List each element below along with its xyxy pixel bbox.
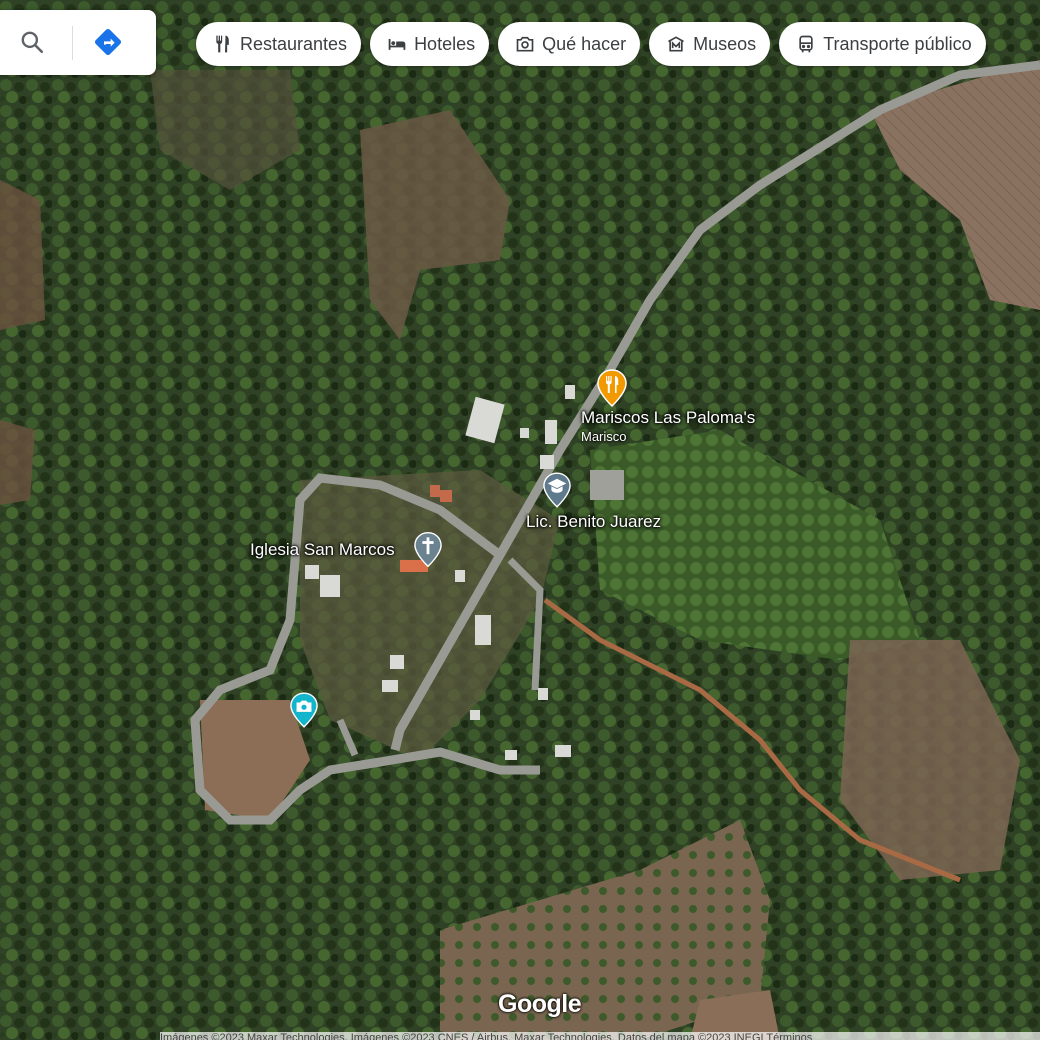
chip-label: Transporte público <box>823 33 972 54</box>
chip-museums[interactable]: Museos <box>649 22 771 66</box>
map-attribution[interactable]: Imágenes ©2023 Maxar Technologies, Imáge… <box>160 1032 1040 1040</box>
church-pin[interactable] <box>414 531 442 573</box>
viewpoint-pin[interactable] <box>290 692 318 733</box>
google-logo: Google <box>498 990 582 1018</box>
divider <box>72 26 73 60</box>
chip-things-to-do[interactable]: Qué hacer <box>498 22 641 66</box>
directions-button[interactable] <box>88 24 128 64</box>
fork-knife-icon <box>212 33 234 55</box>
search-icon <box>19 29 45 60</box>
restaurant-category: Marisco <box>581 429 627 444</box>
search-box <box>0 10 156 75</box>
search-button[interactable] <box>12 24 52 64</box>
chip-label: Hoteles <box>414 33 476 54</box>
chip-label: Qué hacer <box>542 33 627 54</box>
bed-icon <box>386 33 408 55</box>
chip-transit[interactable]: Transporte público <box>779 22 986 66</box>
chip-label: Restaurantes <box>240 33 348 54</box>
directions-icon <box>92 26 124 63</box>
school-name[interactable]: Lic. Benito Juarez <box>526 512 661 532</box>
category-chips: Restaurantes Hoteles Qué hacer Museos Tr… <box>196 22 986 66</box>
chip-label: Museos <box>693 33 757 54</box>
satellite-map[interactable] <box>0 0 1040 1040</box>
camera-icon <box>514 33 536 55</box>
bus-icon <box>795 33 817 55</box>
clearing <box>0 180 45 330</box>
chip-restaurants[interactable]: Restaurantes <box>196 22 362 66</box>
restaurant-pin[interactable] <box>597 369 627 412</box>
restaurant-name[interactable]: Mariscos Las Paloma's <box>581 408 755 428</box>
church-name[interactable]: Iglesia San Marcos <box>250 540 395 560</box>
museum-icon <box>665 33 687 55</box>
clearing <box>0 420 35 505</box>
school-pin[interactable] <box>543 472 571 513</box>
chip-hotels[interactable]: Hoteles <box>370 22 490 66</box>
